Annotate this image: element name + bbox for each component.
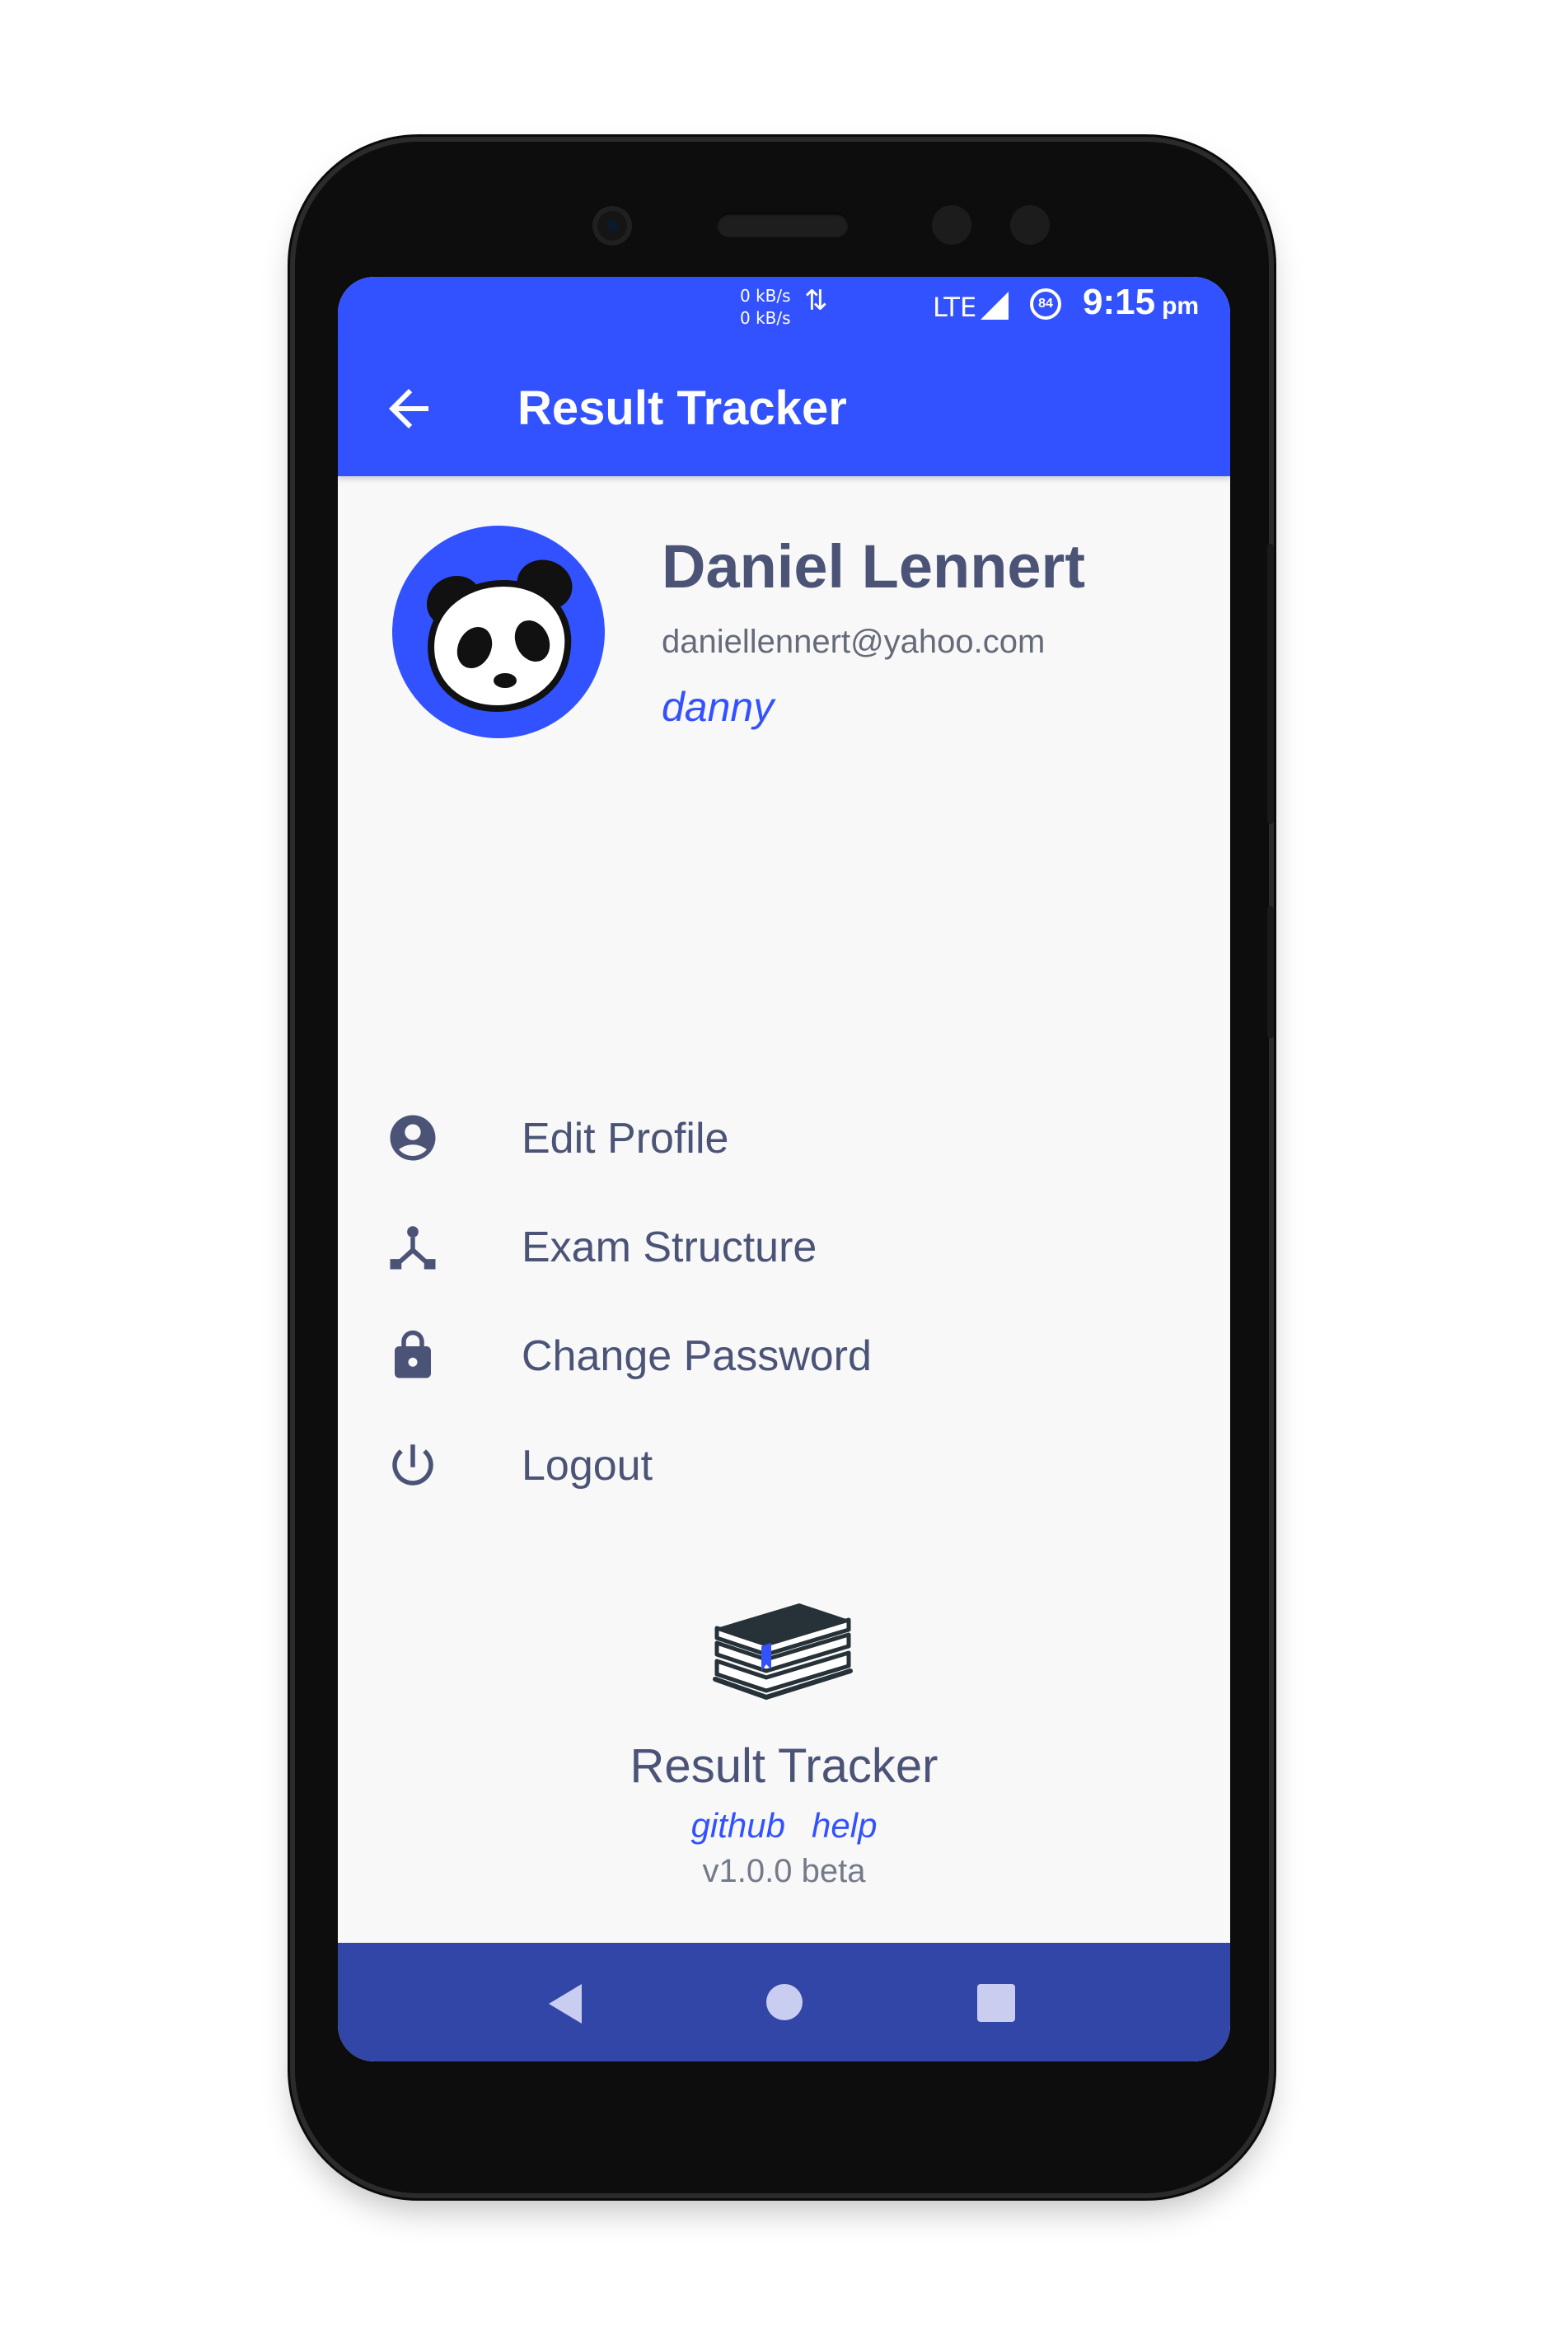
books-logo-icon (709, 1595, 857, 1719)
screen: 0 kB/s 0 kB/s ⇅ LTE 84 9:15 pm Result Tra… (338, 277, 1230, 2061)
profile-username: danny (662, 684, 775, 730)
sensor (1010, 205, 1050, 245)
menu-item-label: Exam Structure (522, 1224, 817, 1271)
system-nav-bar (338, 1943, 1230, 2061)
power-button (1267, 906, 1274, 1038)
help-link[interactable]: help (812, 1806, 877, 1845)
menu-item-label: Change Password (522, 1332, 872, 1380)
lock-icon (386, 1328, 440, 1383)
nav-recents-icon[interactable] (977, 1984, 1015, 2022)
account-circle-icon (386, 1111, 440, 1165)
avatar[interactable] (392, 526, 605, 738)
menu-item-change-password[interactable]: Change Password (386, 1318, 1177, 1392)
nav-back-icon[interactable] (549, 1984, 582, 2024)
power-icon (386, 1438, 440, 1492)
menu-item-logout[interactable]: Logout (386, 1428, 1177, 1502)
page-title: Result Tracker (517, 381, 847, 435)
menu-item-label: Edit Profile (522, 1115, 729, 1163)
panda-avatar-icon (426, 559, 573, 713)
nav-home-icon[interactable] (766, 1984, 803, 2020)
app-bar: Result Tracker (338, 341, 1230, 476)
network-type: LTE (933, 292, 977, 323)
data-transfer-icon: ⇅ (804, 285, 828, 316)
battery-icon: 84 (1030, 288, 1061, 320)
network-speed: 0 kB/s 0 kB/s (740, 286, 791, 328)
status-bar: 0 kB/s 0 kB/s ⇅ LTE 84 9:15 pm (338, 277, 1230, 341)
sensor (932, 205, 971, 245)
structure-icon (386, 1219, 440, 1274)
profile-name: Daniel Lennert (662, 532, 1085, 601)
footer-links: github help (338, 1806, 1230, 1846)
back-arrow-icon[interactable] (379, 379, 438, 438)
clock: 9:15 pm (1083, 282, 1200, 322)
github-link[interactable]: github (691, 1806, 785, 1845)
volume-button (1267, 544, 1274, 824)
signal-icon (981, 292, 1009, 320)
footer-app-name: Result Tracker (630, 1739, 938, 1793)
front-camera (592, 206, 632, 246)
app-version: v1.0.0 beta (702, 1853, 866, 1889)
profile-email: daniellennert@yahoo.com (662, 624, 1046, 660)
earpiece-speaker (717, 213, 849, 237)
menu-item-exam-structure[interactable]: Exam Structure (386, 1210, 1177, 1284)
menu-item-edit-profile[interactable]: Edit Profile (386, 1101, 1177, 1175)
menu-item-label: Logout (522, 1442, 653, 1490)
